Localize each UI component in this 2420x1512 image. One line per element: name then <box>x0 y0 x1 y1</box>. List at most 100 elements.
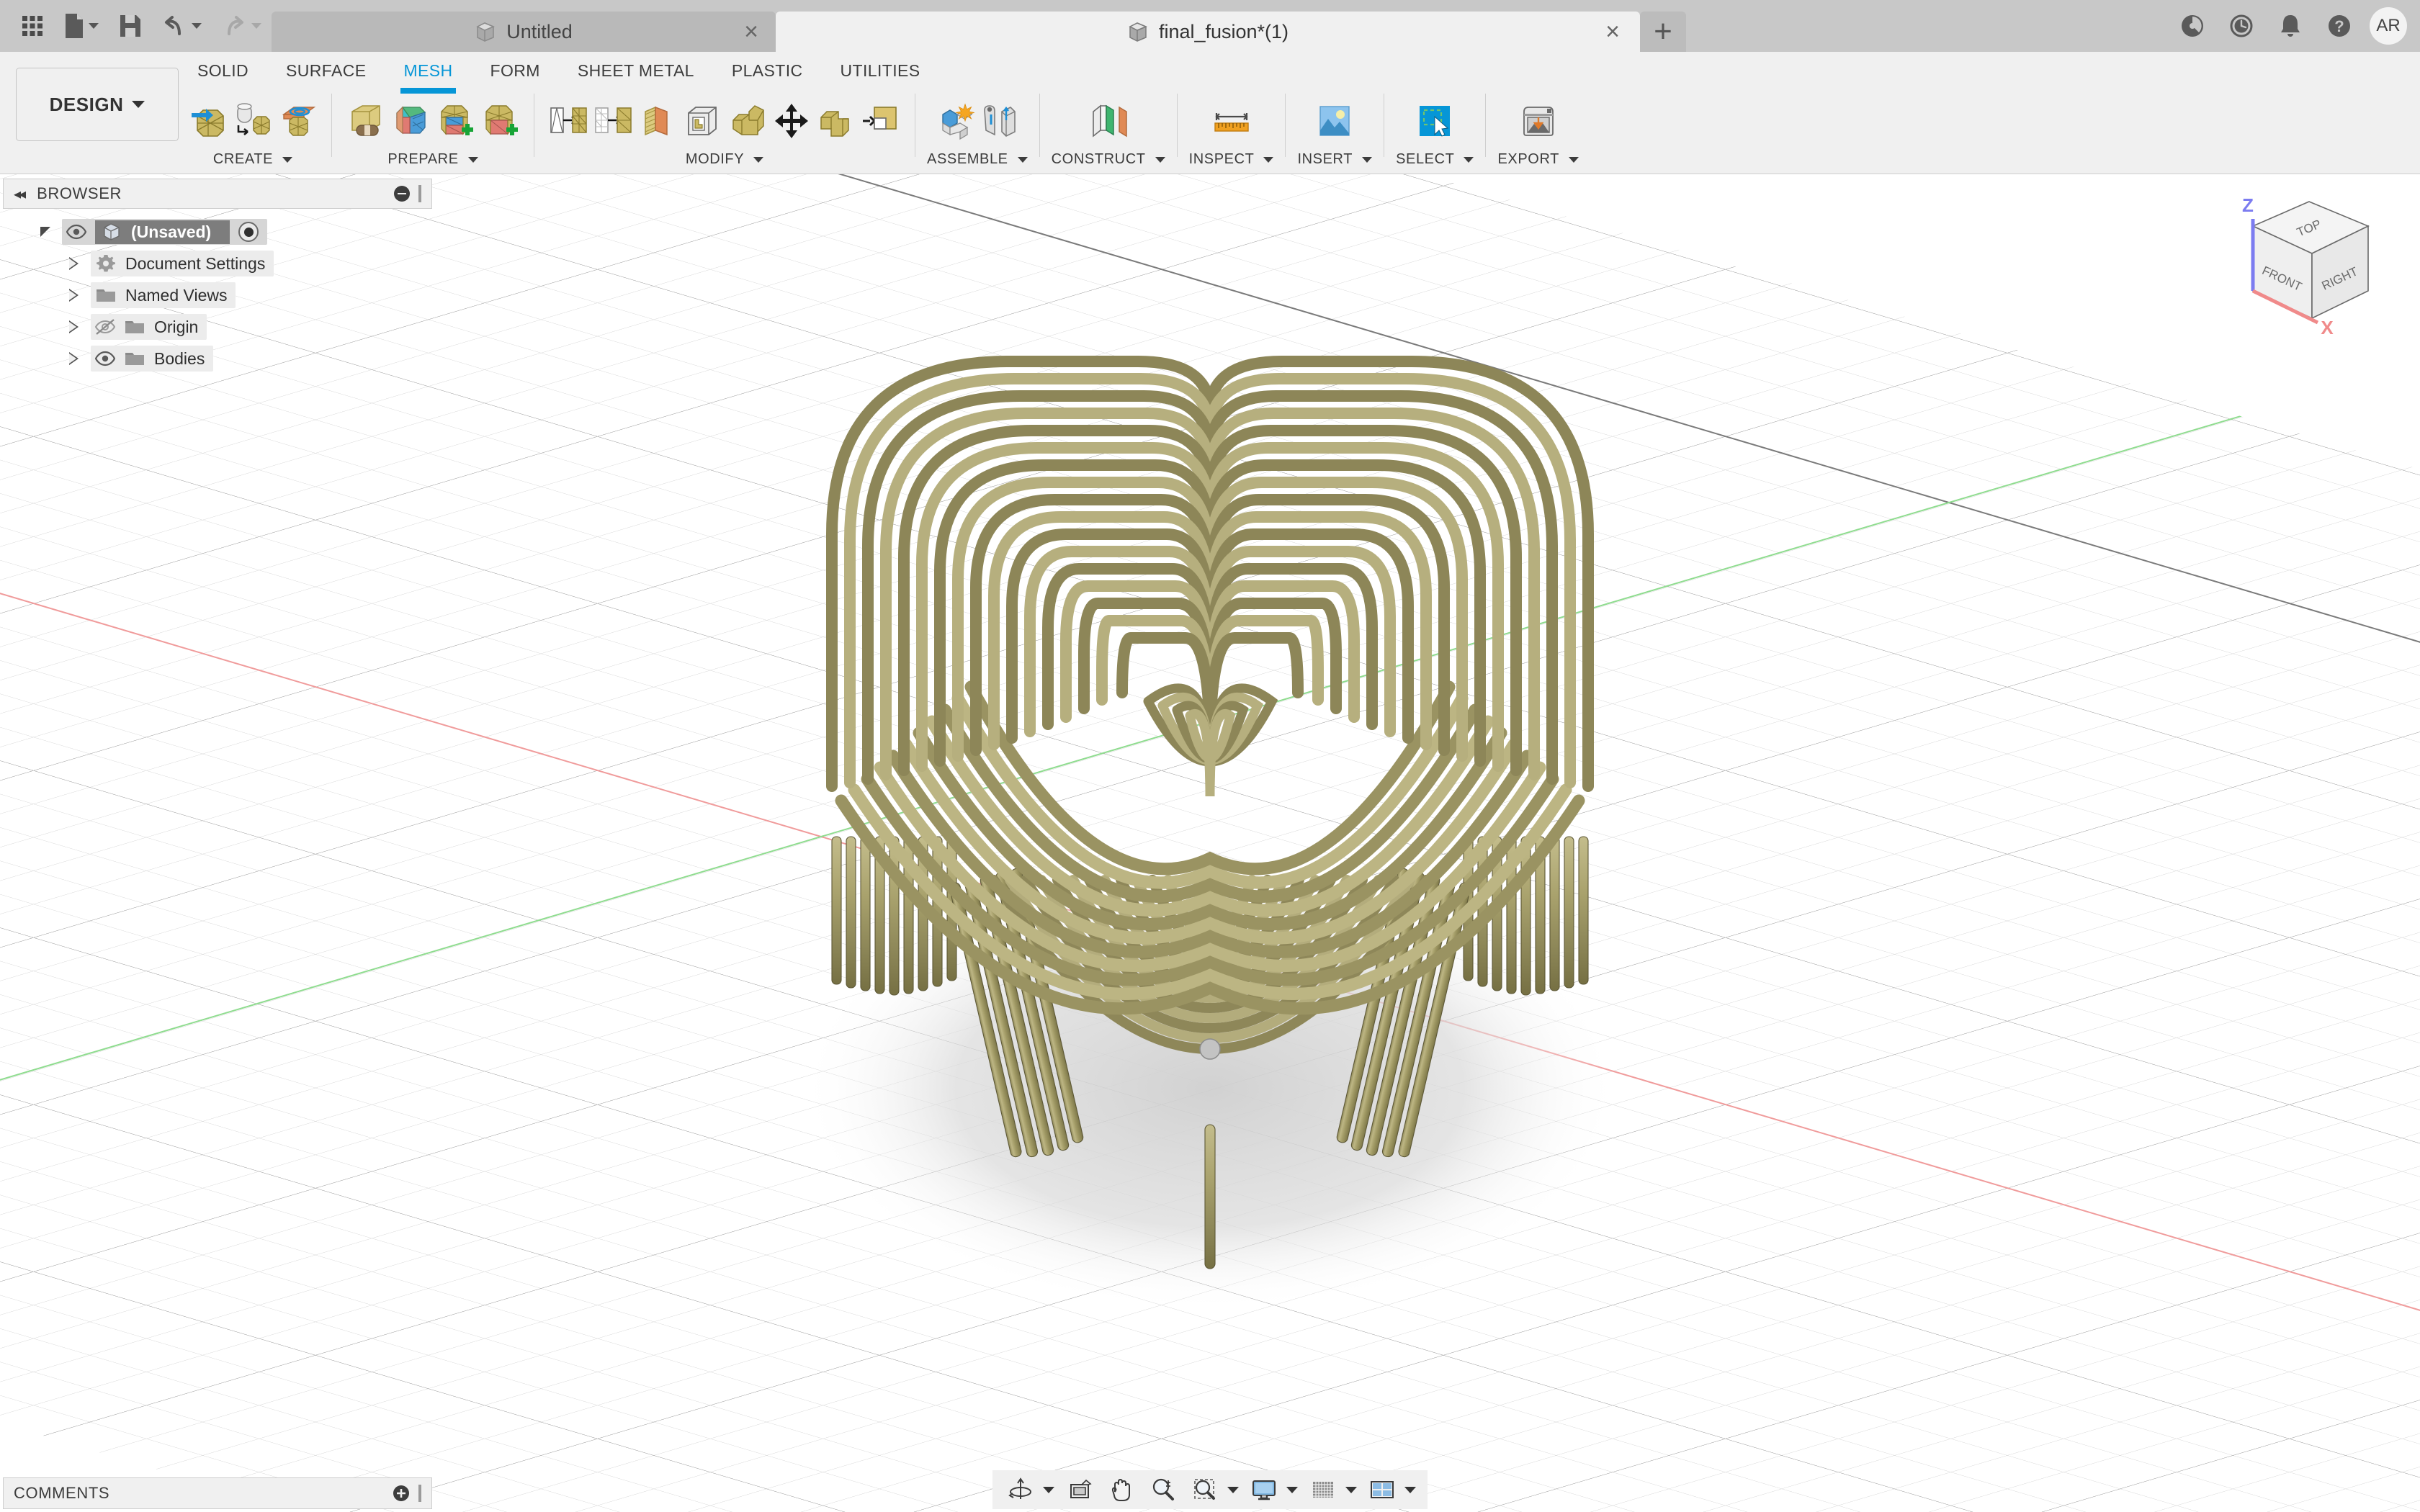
ribbon-tab-plastic[interactable]: PLASTIC <box>713 52 822 89</box>
ribbon-tab-mesh[interactable]: MESH <box>385 52 471 89</box>
tree-row-origin[interactable]: Origin <box>3 311 432 343</box>
notifications-bell-icon[interactable] <box>2266 0 2315 52</box>
chevron-down-icon[interactable] <box>251 23 261 29</box>
orbit-icon[interactable] <box>1000 1470 1041 1509</box>
repair-mesh-icon[interactable] <box>344 92 388 150</box>
new-component-icon[interactable] <box>933 92 977 150</box>
ribbon-group-label-create[interactable]: CREATE <box>213 151 292 168</box>
ribbon-group-label-assemble[interactable]: ASSEMBLE <box>927 151 1028 168</box>
tree-row-named-views[interactable]: Named Views <box>3 279 432 311</box>
generate-face-groups-icon[interactable] <box>433 92 478 150</box>
chevron-down-icon[interactable] <box>1286 1487 1298 1493</box>
ribbon-tab-utilities[interactable]: UTILITIES <box>822 52 939 89</box>
new-document-icon[interactable] <box>55 0 109 52</box>
make-closed-mesh-icon[interactable] <box>680 92 725 150</box>
view-cube[interactable]: TOP FRONT RIGHT Z X <box>2208 181 2388 347</box>
tree-row-unsaved[interactable]: (Unsaved) <box>3 216 432 248</box>
offset-plane-icon[interactable] <box>1083 92 1134 150</box>
plane-cut-icon[interactable] <box>725 92 769 150</box>
plus-circle-icon[interactable] <box>393 1485 410 1502</box>
display-settings-icon[interactable] <box>1243 1470 1285 1509</box>
ribbon-group-label-export[interactable]: EXPORT <box>1497 151 1578 168</box>
chevron-down-icon[interactable] <box>1404 1487 1416 1493</box>
triangle-collapsed-icon[interactable] <box>69 289 79 302</box>
ribbon-group-label-select[interactable]: SELECT <box>1396 151 1474 168</box>
extensions-icon[interactable] <box>2168 0 2217 52</box>
reduce-mesh-icon[interactable] <box>591 92 635 150</box>
new-tab-button[interactable]: + <box>1640 12 1686 52</box>
brep-to-mesh-icon[interactable] <box>230 92 275 150</box>
ribbon-tab-sheet-metal[interactable]: SHEET METAL <box>559 52 713 89</box>
mesh-section-sketch-icon[interactable] <box>275 92 320 150</box>
app-grid-icon[interactable] <box>10 0 55 52</box>
document-tab-untitled[interactable]: Untitled × <box>272 12 776 52</box>
ribbon-tab-label: SHEET METAL <box>578 61 694 81</box>
zoom-window-icon[interactable] <box>1184 1470 1226 1509</box>
redo-arrow-icon[interactable] <box>212 0 272 52</box>
save-icon[interactable] <box>109 0 152 52</box>
grid-snaps-icon[interactable] <box>1302 1470 1344 1509</box>
mesh-to-brep-icon[interactable] <box>859 92 903 150</box>
job-status-clock-icon[interactable] <box>2217 0 2266 52</box>
panel-grip-icon[interactable] <box>418 185 421 202</box>
triangle-collapsed-icon[interactable] <box>69 257 79 270</box>
triangle-collapsed-icon[interactable] <box>69 352 79 365</box>
workspace-selector[interactable]: DESIGN <box>16 68 179 141</box>
cube-icon <box>102 222 121 241</box>
select-window-cursor-icon[interactable] <box>1409 92 1461 150</box>
ribbon-group-label-prepare[interactable]: PREPARE <box>387 151 478 168</box>
joint-icon[interactable] <box>977 92 1022 150</box>
export-print-icon[interactable] <box>1512 92 1564 150</box>
viewports-icon[interactable] <box>1361 1470 1403 1509</box>
document-tab-label: final_fusion*(1) <box>1159 21 1289 43</box>
insert-image-icon[interactable] <box>1309 92 1361 150</box>
chevron-down-icon <box>468 157 478 163</box>
chevron-down-icon[interactable] <box>1043 1487 1054 1493</box>
ribbon-group-label-insert[interactable]: INSERT <box>1297 151 1372 168</box>
ribbon-tab-solid[interactable]: SOLID <box>179 52 267 89</box>
undo-arrow-icon[interactable] <box>152 0 212 52</box>
viewport-canvas[interactable]: TOP FRONT RIGHT Z X <box>0 174 2420 1512</box>
tree-row-label: Origin <box>154 318 198 337</box>
ribbon-group-label-modify[interactable]: MODIFY <box>686 151 763 168</box>
close-icon[interactable]: × <box>740 19 763 44</box>
chevron-down-icon[interactable] <box>1227 1487 1239 1493</box>
segment-mesh-icon[interactable] <box>388 92 433 150</box>
ribbon-separator <box>1285 94 1286 157</box>
add-face-group-icon[interactable] <box>478 92 522 150</box>
eye-visible-icon[interactable] <box>66 222 86 241</box>
ribbon-tab-form[interactable]: FORM <box>472 52 559 89</box>
smooth-mesh-icon[interactable] <box>635 92 680 150</box>
document-tab-final-fusion[interactable]: final_fusion*(1) × <box>776 12 1640 52</box>
look-at-icon[interactable] <box>1059 1470 1101 1509</box>
triangle-collapsed-icon[interactable] <box>69 320 79 333</box>
chevron-down-icon[interactable] <box>89 23 99 29</box>
panel-grip-icon[interactable] <box>418 1485 421 1502</box>
move-copy-icon[interactable] <box>769 92 814 150</box>
tree-row-bodies[interactable]: Bodies <box>3 343 432 374</box>
eye-visible-icon[interactable] <box>95 349 115 368</box>
measure-ruler-icon[interactable] <box>1206 92 1258 150</box>
new-tab-label: + <box>1654 21 1672 43</box>
activate-component-radio[interactable] <box>238 222 259 242</box>
collapse-all-icon[interactable] <box>394 186 410 202</box>
ribbon: DESIGN SOLID SURFACE MESH FORM SHEET MET… <box>0 52 2420 174</box>
ribbon-group-label-construct[interactable]: CONSTRUCT <box>1052 151 1165 168</box>
help-question-icon[interactable]: ? <box>2315 0 2364 52</box>
chevron-down-icon[interactable] <box>192 23 202 29</box>
chevron-down-icon[interactable] <box>1345 1487 1357 1493</box>
triangle-expanded-icon[interactable] <box>40 227 50 237</box>
viewcube-x-axis-label: X <box>2321 317 2334 338</box>
mesh-boolean-icon[interactable] <box>814 92 859 150</box>
create-mesh-icon[interactable] <box>186 92 230 150</box>
double-left-arrow-icon[interactable]: ◂◂ <box>14 185 24 203</box>
remesh-icon[interactable] <box>546 92 591 150</box>
tree-row-document-settings[interactable]: Document Settings <box>3 248 432 279</box>
ribbon-tab-surface[interactable]: SURFACE <box>267 52 385 89</box>
close-icon[interactable]: × <box>1601 19 1624 44</box>
pan-hand-icon[interactable] <box>1101 1470 1142 1509</box>
eye-hidden-icon[interactable] <box>95 318 115 336</box>
avatar[interactable]: AR <box>2370 7 2407 45</box>
zoom-magnifier-icon[interactable] <box>1142 1470 1184 1509</box>
ribbon-group-label-inspect[interactable]: INSPECT <box>1189 151 1274 168</box>
